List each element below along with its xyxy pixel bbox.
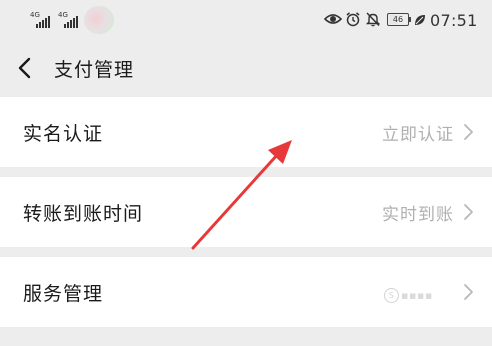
battery-level-text: 46 bbox=[392, 15, 404, 24]
settings-item-label: 转账到账时间 bbox=[23, 203, 144, 225]
page-title: 支付管理 bbox=[54, 59, 135, 81]
chevron-right-icon bbox=[464, 204, 473, 220]
chevron-left-icon bbox=[18, 57, 31, 79]
sim1-network-label: 4G bbox=[30, 11, 40, 19]
chevron-right-icon bbox=[464, 124, 473, 140]
settings-item-label: 服务管理 bbox=[23, 283, 104, 305]
leaf-icon bbox=[415, 15, 425, 25]
back-button[interactable] bbox=[10, 52, 42, 84]
settings-item-value: 立即认证 bbox=[382, 125, 454, 145]
settings-item-transfer-arrival-time[interactable]: 转账到账时间 实时到账 bbox=[0, 177, 492, 247]
settings-item-label: 实名认证 bbox=[23, 123, 104, 145]
status-bar: 4G 4G 46 07:51 bbox=[0, 0, 492, 40]
battery-icon: 46 bbox=[387, 13, 409, 26]
app-screen: 4G 4G 46 07:51 支付管理 实名认证 立即认证 转账到账时间 实时到… bbox=[0, 0, 492, 346]
sim1-signal-icon: 4G bbox=[30, 12, 52, 28]
sim2-network-label: 4G bbox=[58, 11, 68, 19]
title-bar: 支付管理 bbox=[0, 40, 492, 96]
mute-bell-icon bbox=[365, 12, 381, 27]
settings-item-real-name-verification[interactable]: 实名认证 立即认证 bbox=[0, 97, 492, 167]
watermark: S ▪▪▪▪ bbox=[384, 288, 433, 303]
status-time: 07:51 bbox=[430, 11, 478, 30]
chevron-right-icon bbox=[464, 284, 473, 300]
settings-item-value: 实时到账 bbox=[382, 205, 454, 225]
eye-comfort-icon bbox=[324, 14, 342, 24]
blurred-notification-icon bbox=[84, 6, 114, 34]
sim2-signal-icon: 4G bbox=[58, 12, 80, 28]
battery-tip bbox=[409, 17, 411, 22]
alarm-icon bbox=[346, 12, 360, 27]
